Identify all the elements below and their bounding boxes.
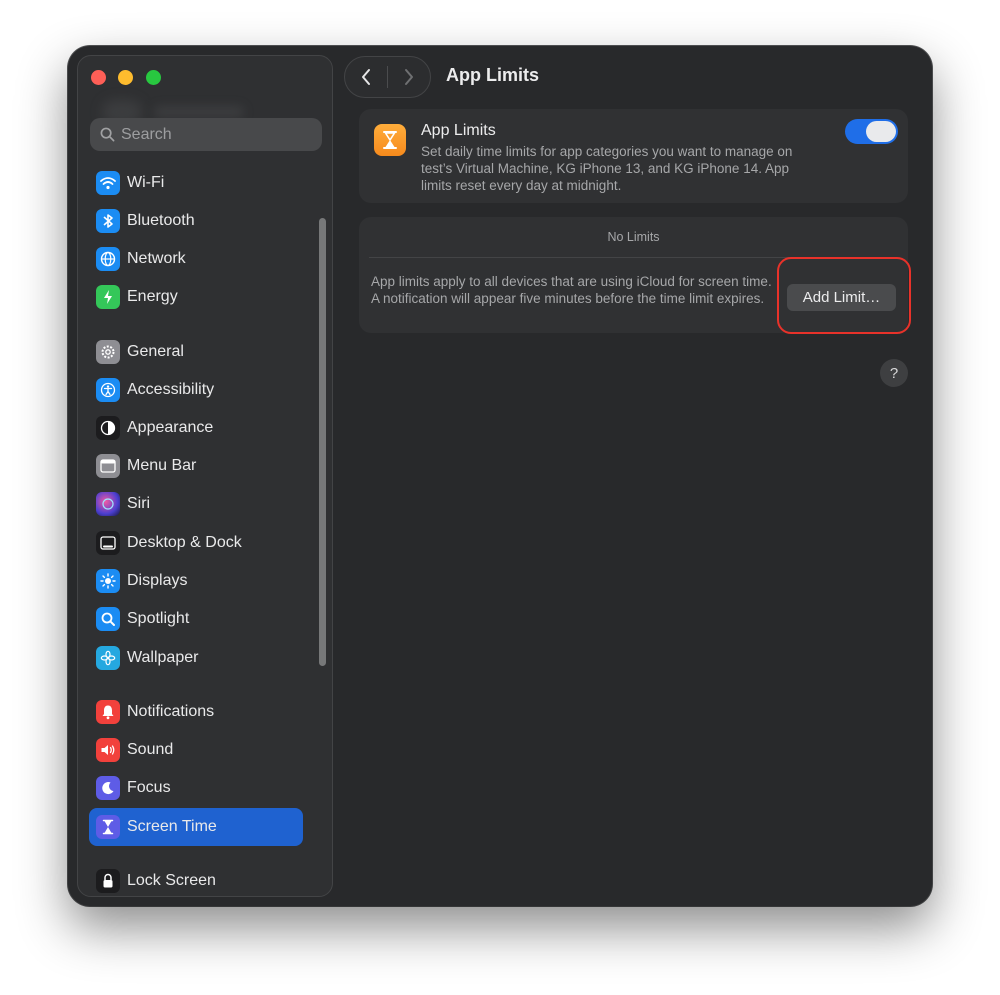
sidebar-item-label: Screen Time xyxy=(127,818,217,835)
sidebar-item-wifi[interactable]: Wi-Fi xyxy=(89,164,303,202)
sun-icon xyxy=(96,569,120,593)
bolt-icon xyxy=(96,285,120,309)
sidebar-item-accessibility[interactable]: Accessibility xyxy=(89,371,303,409)
minimize-window-button[interactable] xyxy=(118,70,133,85)
sidebar-item-label: Lock Screen xyxy=(127,872,216,889)
limits-info-text: App limits apply to all devices that are… xyxy=(371,274,772,306)
sidebar-item-lock-screen[interactable]: Lock Screen xyxy=(89,862,303,900)
speaker-icon xyxy=(96,738,120,762)
bell-icon xyxy=(96,700,120,724)
sidebar-item-label: Menu Bar xyxy=(127,457,197,474)
app-limits-card: App Limits Set daily time limits for app… xyxy=(359,109,908,203)
page-title: App Limits xyxy=(446,65,539,85)
sidebar-item-label: Energy xyxy=(127,288,178,305)
sidebar-item-focus[interactable]: Focus xyxy=(89,769,303,807)
magnifier-icon xyxy=(96,607,120,631)
close-window-button[interactable] xyxy=(91,70,106,85)
sidebar-item-label: General xyxy=(127,343,184,360)
moon-icon xyxy=(96,776,120,800)
sidebar-item-bluetooth[interactable]: Bluetooth xyxy=(89,202,303,240)
app-limits-toggle[interactable] xyxy=(845,119,898,144)
dock-icon xyxy=(96,531,120,555)
hourglass-icon xyxy=(96,815,120,839)
sidebar-item-label: Wi-Fi xyxy=(127,174,165,191)
navigation-buttons xyxy=(344,56,431,98)
no-limits-label: No Limits xyxy=(607,230,660,244)
settings-window: Search Wi-Fi Bluetooth Network Energy Ge… xyxy=(68,46,932,906)
sidebar-item-label: Appearance xyxy=(127,419,214,436)
flower-icon xyxy=(96,646,120,670)
scrollbar-thumb[interactable] xyxy=(319,218,326,666)
sidebar-item-displays[interactable]: Displays xyxy=(89,562,303,600)
sidebar-item-wallpaper[interactable]: Wallpaper xyxy=(89,639,303,677)
appearance-icon xyxy=(96,416,120,440)
sidebar-item-label: Focus xyxy=(127,779,171,796)
sidebar-item-label: Siri xyxy=(127,495,151,512)
sidebar-item-screen-time[interactable]: Screen Time xyxy=(89,808,303,846)
back-button[interactable] xyxy=(345,57,387,97)
hourglass-icon xyxy=(374,124,406,156)
accessibility-icon xyxy=(96,378,120,402)
highlight-annotation xyxy=(777,257,911,334)
sidebar-scrollbar[interactable] xyxy=(316,176,328,888)
chevron-left-icon xyxy=(362,69,370,85)
sidebar: Search Wi-Fi Bluetooth Network Energy Ge… xyxy=(77,55,333,897)
forward-button[interactable] xyxy=(388,57,430,97)
gear-icon xyxy=(96,340,120,364)
sidebar-item-general[interactable]: General xyxy=(89,333,303,371)
zoom-window-button[interactable] xyxy=(146,70,161,85)
sidebar-item-menu-bar[interactable]: Menu Bar xyxy=(89,447,303,485)
lock-icon xyxy=(96,869,120,893)
sidebar-item-label: Notifications xyxy=(127,703,215,720)
sidebar-item-label: Desktop & Dock xyxy=(127,534,242,551)
chevron-right-icon xyxy=(405,69,413,85)
sidebar-item-spotlight[interactable]: Spotlight xyxy=(89,600,303,638)
sidebar-item-label: Sound xyxy=(127,741,174,758)
sidebar-item-appearance[interactable]: Appearance xyxy=(89,409,303,447)
sidebar-item-notifications[interactable]: Notifications xyxy=(89,693,303,731)
sidebar-item-label: Displays xyxy=(127,572,188,589)
sidebar-item-siri[interactable]: Siri xyxy=(89,485,303,523)
sidebar-item-sound[interactable]: Sound xyxy=(89,731,303,769)
toggle-knob xyxy=(866,121,896,142)
app-limits-description: Set daily time limits for app categories… xyxy=(421,144,793,193)
menubar-icon xyxy=(96,454,120,478)
search-input[interactable]: Search xyxy=(90,118,322,151)
globe-icon xyxy=(96,247,120,271)
help-button[interactable]: ? xyxy=(880,359,908,387)
sidebar-item-label: Wallpaper xyxy=(127,649,199,666)
sidebar-item-desktop-dock[interactable]: Desktop & Dock xyxy=(89,524,303,562)
search-icon xyxy=(100,127,115,142)
wifi-icon xyxy=(96,171,120,195)
sidebar-item-label: Bluetooth xyxy=(127,212,195,229)
sidebar-item-network[interactable]: Network xyxy=(89,240,303,278)
siri-icon xyxy=(96,492,120,516)
sidebar-item-label: Network xyxy=(127,250,186,267)
sidebar-item-energy[interactable]: Energy xyxy=(89,278,303,316)
sidebar-item-label: Accessibility xyxy=(127,381,215,398)
sidebar-item-label: Spotlight xyxy=(127,610,190,627)
bluetooth-icon xyxy=(96,209,120,233)
app-limits-title: App Limits xyxy=(421,122,496,139)
search-placeholder: Search xyxy=(121,125,172,143)
